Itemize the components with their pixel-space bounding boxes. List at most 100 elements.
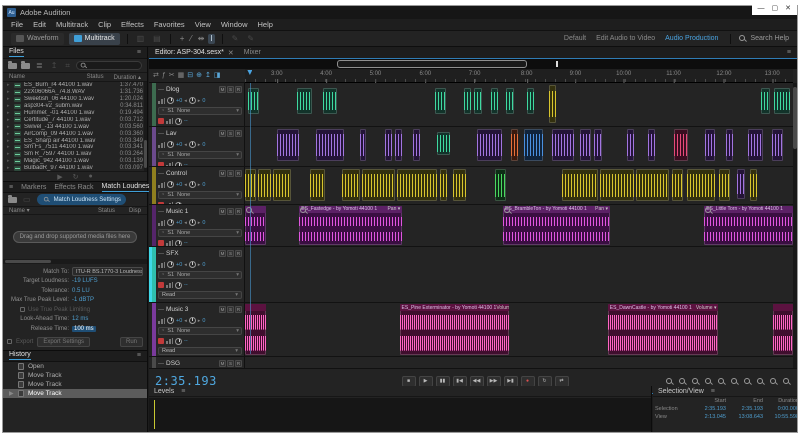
match-loudness-hscrollbar[interactable] <box>3 259 147 264</box>
panel-menu-icon[interactable]: ≡ <box>181 388 185 395</box>
selection-view-title[interactable]: Selection/View <box>658 388 704 395</box>
field-value[interactable]: -1 dBTP <box>72 297 94 303</box>
field-value[interactable]: 0.5 LU <box>72 288 90 294</box>
expand-chevron-icon[interactable]: ▸ <box>7 103 11 109</box>
audio-clip[interactable] <box>413 129 421 161</box>
solo-button[interactable]: S <box>227 360 234 367</box>
audio-clip[interactable] <box>774 88 791 114</box>
zoom-tool-icon[interactable] <box>756 377 765 386</box>
file-row[interactable]: ▸ 22X06066A_74.8.WAV 1:31.736 <box>3 89 147 96</box>
transport-button[interactable]: ▮▮ <box>435 375 450 387</box>
zoom-tool-icon[interactable] <box>769 377 778 386</box>
panel-menu-icon[interactable]: ≡ <box>9 184 13 191</box>
clip-header[interactable] <box>773 304 793 312</box>
arm-record-button[interactable]: R <box>235 86 242 93</box>
add-files-icon[interactable] <box>8 194 17 203</box>
multitrack-tool-icon[interactable]: ✂ <box>169 72 175 79</box>
transport-button[interactable]: ↻ <box>537 375 552 387</box>
mute-button[interactable]: M <box>219 86 226 93</box>
expand-chevron-icon[interactable]: ▸ <box>7 89 11 95</box>
track-menu-icon[interactable]: — <box>158 87 164 93</box>
track-lane[interactable] <box>245 127 793 166</box>
file-row[interactable]: ▸ asp304-v2_subm.wav 0:34.811 <box>3 103 147 110</box>
tool-icon[interactable]: I <box>208 33 215 44</box>
audio-clip[interactable] <box>273 168 292 202</box>
clip-header[interactable]: ES_DawnCastle - by Yomoti 44100 1 Volume… <box>607 304 719 312</box>
pan-knob[interactable] <box>188 219 196 226</box>
pan-knob[interactable] <box>188 261 196 268</box>
fx-knob[interactable] <box>175 161 182 166</box>
expand-chevron-icon[interactable]: ▸ <box>7 124 11 130</box>
audio-clip[interactable] <box>435 88 447 114</box>
audio-clip[interactable] <box>473 88 483 114</box>
open-file-icon[interactable] <box>8 60 17 69</box>
volume-knob[interactable] <box>167 181 174 188</box>
track-name[interactable]: Dlog <box>166 86 217 93</box>
fx-knob[interactable] <box>175 337 182 345</box>
mute-button[interactable]: M <box>219 208 226 215</box>
multitrack-tool-icon[interactable]: ⇄ <box>153 72 159 79</box>
track-menu-icon[interactable]: — <box>158 131 164 137</box>
clip-header[interactable]: ES_Fastedge - by Yomoti 44100 1 Pan ▾ <box>299 205 403 213</box>
audio-clip[interactable] <box>361 168 396 202</box>
clip-header[interactable]: ES_BrambleTon - by Yomoti 44100 1 Pan ▾ <box>503 205 610 213</box>
waveform-view-button[interactable]: Waveform <box>11 32 64 45</box>
mute-button[interactable]: M <box>219 130 226 137</box>
menu-item[interactable]: Edit <box>33 20 46 29</box>
audio-clip[interactable] <box>594 129 602 161</box>
file-row[interactable]: ▸ Swivel_-13 44100 1.wav 0:03.560 <box>3 123 147 130</box>
tool-icon[interactable]: + <box>178 34 187 44</box>
timeline-ruler[interactable]: 3:00 4:00 5:00 6:00 7:00 8:00 9:00 10:00 11:00 12… <box>245 69 793 83</box>
solo-button[interactable]: S <box>227 130 234 137</box>
track-menu-icon[interactable]: — <box>158 251 164 257</box>
mute-button[interactable]: M <box>219 360 226 367</box>
send-dropdown[interactable]: ◔ S1 None ▾ <box>158 229 242 237</box>
panel-menu-icon[interactable]: ≡ <box>137 352 141 359</box>
pan-knob[interactable] <box>188 181 196 188</box>
multitrack-view-button[interactable]: Multitrack <box>68 32 120 45</box>
track-name[interactable]: SFX <box>166 250 217 257</box>
panel-tab[interactable]: Markers <box>21 184 46 191</box>
audio-clip[interactable] <box>772 129 784 161</box>
tab-history[interactable]: History <box>9 351 31 360</box>
audio-clip[interactable] <box>647 129 655 161</box>
track-header[interactable]: — SFX M S R +0 ◂ ▸ 0 ◔ S1 None ▾ -- Read… <box>152 247 245 302</box>
expand-chevron-icon[interactable]: ▸ <box>7 117 11 123</box>
audio-clip[interactable] <box>245 304 266 355</box>
track-menu-icon[interactable]: — <box>158 209 164 215</box>
audio-clip[interactable] <box>551 129 574 161</box>
file-row[interactable]: ▸ Certitude_7 44100 1.wav 0:03.712 <box>3 116 147 123</box>
volume-knob[interactable] <box>167 141 174 148</box>
solo-button[interactable]: S <box>227 208 234 215</box>
duration-value[interactable]: 10:55.598 <box>763 414 797 420</box>
audio-clip[interactable] <box>548 85 556 123</box>
solo-button[interactable]: S <box>227 250 234 257</box>
audio-clip[interactable] <box>750 168 758 202</box>
expand-chevron-icon[interactable]: ▸ <box>7 138 11 144</box>
arm-record-button[interactable]: R <box>235 130 242 137</box>
transport-button[interactable]: ◀◀ <box>469 375 484 387</box>
start-value[interactable]: 2:35.193 <box>689 406 726 412</box>
menu-item[interactable]: Window <box>221 20 248 29</box>
column-disp[interactable]: Disp <box>129 208 141 214</box>
audio-clip[interactable] <box>747 129 764 161</box>
auto-play-icon[interactable]: ● <box>89 173 93 180</box>
audio-clip[interactable] <box>635 168 670 202</box>
zoom-tool-icon[interactable] <box>730 377 739 386</box>
panel-menu-icon[interactable]: ≡ <box>787 49 791 56</box>
audio-clip[interactable] <box>477 129 502 161</box>
fx-knob[interactable] <box>175 201 182 204</box>
zoom-tool-icon[interactable] <box>717 377 726 386</box>
workspace-button[interactable]: Edit Audio to Video <box>596 35 655 42</box>
record-punch-icon[interactable] <box>158 338 164 344</box>
clip-header[interactable]: ES_Pine Exterminator - by Yomoti 44100 1… <box>399 304 510 312</box>
audio-clip[interactable] <box>491 88 499 114</box>
mute-button[interactable]: M <box>219 306 226 313</box>
clip-header[interactable] <box>245 304 266 312</box>
pan-knob[interactable] <box>188 141 196 148</box>
fx-knob[interactable] <box>175 239 182 246</box>
tab-mixer[interactable]: Mixer <box>244 49 261 56</box>
menu-item[interactable]: View <box>195 20 211 29</box>
play-preview-icon[interactable]: ▶ <box>57 173 62 181</box>
playhead-caret[interactable] <box>247 70 253 75</box>
